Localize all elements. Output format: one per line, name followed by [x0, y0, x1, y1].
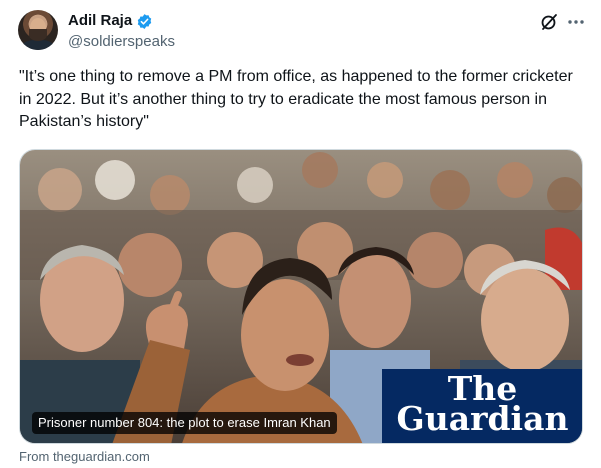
avatar[interactable] — [18, 10, 58, 50]
tweet[interactable]: Adil Raja @soldierspeaks "It’s one thing… — [0, 0, 601, 468]
verified-badge-icon — [137, 13, 152, 29]
author-handle[interactable]: @soldierspeaks — [68, 33, 175, 51]
avatar-shirt — [22, 40, 54, 50]
guardian-logo-line2: Guardian — [396, 399, 569, 438]
tweet-text: "It’s one thing to remove a PM from offi… — [19, 68, 573, 130]
author-display-name[interactable]: Adil Raja — [68, 12, 132, 30]
link-card[interactable]: Prisoner number 804: the plot to erase I… — [19, 149, 583, 444]
more-options-icon[interactable] — [566, 12, 586, 32]
author-name-row: Adil Raja — [68, 12, 153, 30]
grok-slash-icon[interactable] — [539, 12, 559, 32]
guardian-logo: The Guardian — [382, 369, 582, 443]
article-caption[interactable]: Prisoner number 804: the plot to erase I… — [32, 412, 337, 434]
link-source[interactable]: From theguardian.com — [19, 449, 150, 465]
avatar-beard — [29, 29, 47, 41]
